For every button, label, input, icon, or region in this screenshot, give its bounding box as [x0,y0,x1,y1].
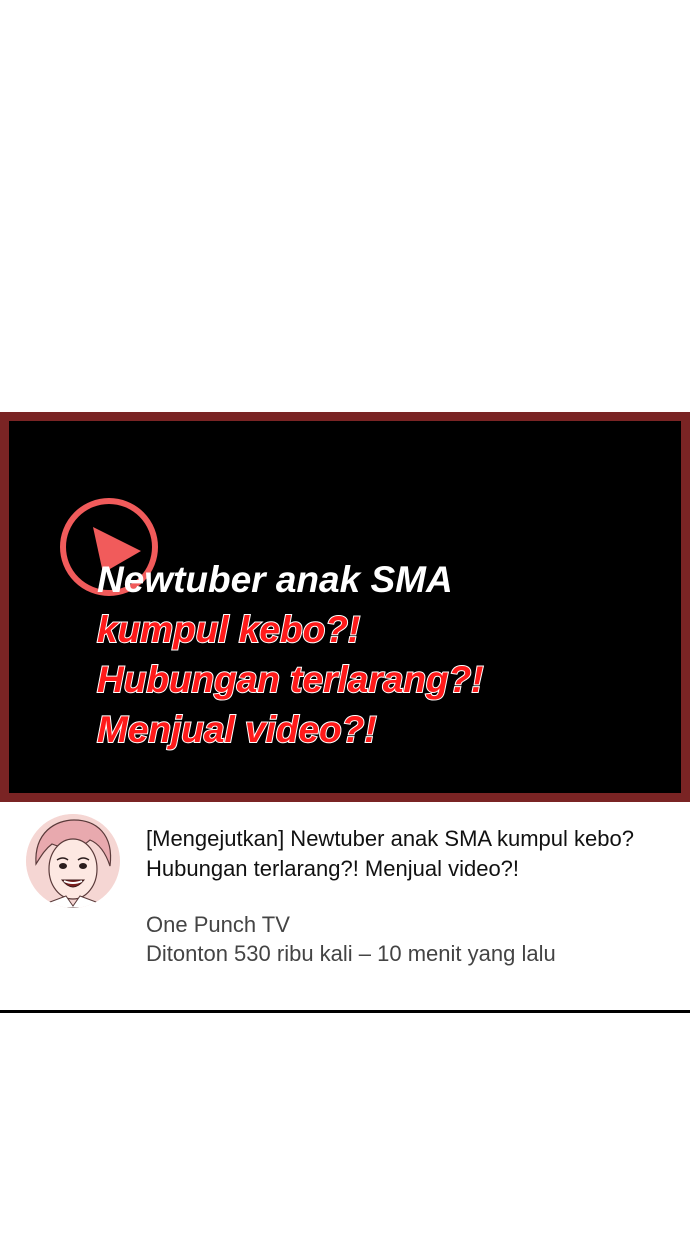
channel-name[interactable]: One Punch TV [146,910,290,939]
video-thumbnail[interactable]: Newtuber anak SMA kumpul kebo?! Hubungan… [0,412,690,802]
video-meta: [Mengejutkan] Newtuber anak SMA kumpul k… [0,802,690,1012]
headline-line-2: kumpul kebo?! [96,608,361,651]
thumbnail-headline: Newtuber anak SMA kumpul kebo?! Hubungan… [96,555,484,755]
channel-avatar[interactable] [26,814,120,908]
avatar-face-icon [26,814,120,908]
video-stats: Ditonton 530 ribu kali – 10 menit yang l… [146,941,556,966]
thumbnail-screen[interactable]: Newtuber anak SMA kumpul kebo?! Hubungan… [9,421,681,793]
video-title[interactable]: [Mengejutkan] Newtuber anak SMA kumpul k… [146,824,686,884]
headline-line-4: Menjual video?! [96,708,378,751]
divider [0,1010,690,1013]
headline-line-3: Hubungan terlarang?! [96,658,484,701]
headline-line-1: Newtuber anak SMA [97,559,453,600]
